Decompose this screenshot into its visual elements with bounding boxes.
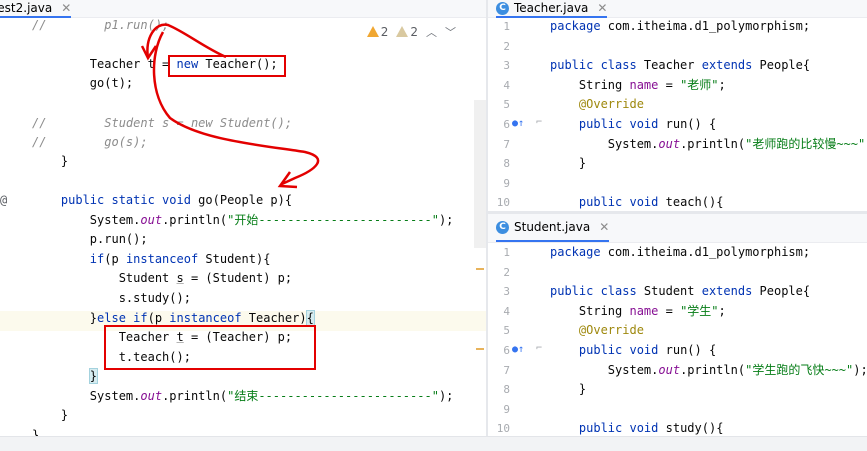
- code-line[interactable]: String name = "学生";: [550, 302, 726, 322]
- code-line[interactable]: System.out.println("老师跑的比较慢~~~"): [550, 135, 867, 155]
- line-number: 9: [503, 176, 510, 190]
- code-line[interactable]: public void run() {: [550, 341, 716, 361]
- editor-tabbar: C Teacher.java ✕: [488, 0, 867, 18]
- java-class-icon: C: [496, 220, 509, 234]
- line-number: 2: [503, 39, 510, 53]
- code-line[interactable]: System.out.println("学生跑的飞快~~~");: [550, 361, 867, 381]
- line-number: 2: [503, 265, 510, 279]
- line-number: 9: [503, 402, 510, 416]
- line-number: 1: [503, 20, 510, 33]
- line-number: 7: [503, 137, 510, 151]
- code-line[interactable]: public void run() {: [550, 115, 716, 135]
- line-number: 8: [503, 383, 510, 397]
- code-line[interactable]: String name = "老师";: [550, 76, 726, 96]
- close-icon[interactable]: ✕: [597, 1, 607, 15]
- implements-gutter-icon[interactable]: ●↑: [512, 118, 524, 129]
- line-number: 10: [496, 422, 510, 436]
- editor-student[interactable]: C Student.java ✕ 1 package com.itheima.d1…: [488, 214, 867, 436]
- line-number: 5: [503, 324, 510, 338]
- line-number: 1: [503, 246, 510, 259]
- code-line[interactable]: @Override: [550, 321, 644, 341]
- editor-teacher[interactable]: C Teacher.java ✕ 1 package com.itheima.d1…: [488, 0, 867, 211]
- line-number: 7: [503, 363, 510, 377]
- line-number: 3: [503, 285, 510, 299]
- code-line[interactable]: package com.itheima.d1_polymorphism;: [550, 17, 810, 37]
- line-number: 10: [496, 196, 510, 210]
- line-number: 3: [503, 59, 510, 73]
- code-line[interactable]: package com.itheima.d1_polymorphism;: [550, 243, 810, 263]
- code-line[interactable]: public void teach(){: [550, 193, 724, 211]
- line-number: 5: [503, 98, 510, 112]
- fold-icon[interactable]: ⌐: [536, 343, 542, 354]
- line-number: 4: [503, 78, 510, 92]
- close-icon[interactable]: ✕: [599, 220, 609, 234]
- status-bar: [0, 436, 867, 451]
- line-number: 6: [503, 344, 510, 357]
- code-line[interactable]: public class Teacher extends People{: [550, 56, 810, 76]
- tab-teacher-java[interactable]: C Teacher.java ✕: [496, 0, 608, 18]
- fold-icon[interactable]: ⌐: [536, 117, 542, 128]
- line-number: 6: [503, 118, 510, 131]
- implements-gutter-icon[interactable]: ●↑: [512, 344, 524, 355]
- code-line[interactable]: }: [550, 154, 586, 174]
- arrow-to-go-method: [152, 31, 320, 186]
- annotation-arrows: [140, 23, 320, 189]
- java-class-icon: C: [496, 1, 509, 15]
- code-line[interactable]: public class Student extends People{: [550, 282, 810, 302]
- code-line[interactable]: @Override: [550, 95, 644, 115]
- tab-student-java[interactable]: C Student.java ✕: [496, 214, 610, 242]
- tab-label: Student.java: [514, 220, 591, 234]
- line-number: 8: [503, 157, 510, 171]
- line-number: 4: [503, 304, 510, 318]
- tab-label: Teacher.java: [514, 1, 589, 15]
- editor-test2[interactable]: Test2.java ✕ 2 2 ︿ ﹀ @ // p1.run(); Teac…: [0, 0, 486, 436]
- code-line[interactable]: }: [550, 380, 586, 400]
- code-line[interactable]: public void study(){: [550, 419, 724, 436]
- editor-tabbar: C Student.java ✕: [488, 214, 867, 243]
